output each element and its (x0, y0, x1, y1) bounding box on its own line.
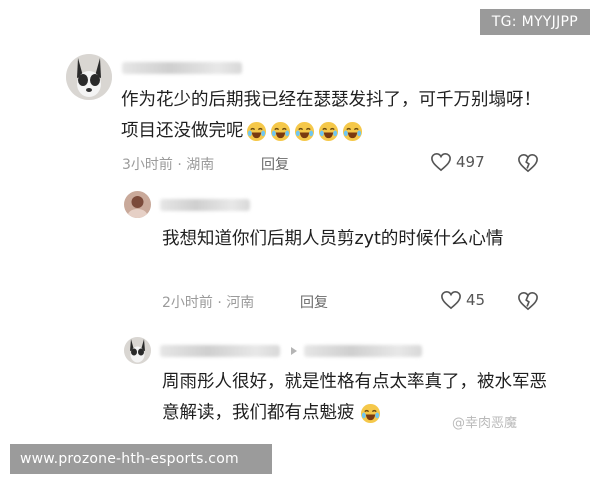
reply-button[interactable]: 回复 (300, 292, 328, 312)
dog-avatar-icon (66, 54, 112, 100)
dog-avatar-icon (124, 337, 151, 364)
laugh-cry-icon (318, 121, 338, 141)
broken-heart-icon[interactable] (517, 291, 539, 311)
tg-badge: TG: MYYJJPP (479, 9, 590, 35)
comment-time-location: 2小时前 · 河南 (162, 295, 255, 311)
user-avatar-icon (124, 191, 151, 218)
comment-body: 我想知道你们后期人员剪zyt的时候什么心情 (162, 229, 504, 249)
laugh-cry-icon (294, 121, 314, 141)
username-blurred[interactable] (160, 199, 250, 211)
comment-text: 作为花少的后期我已经在瑟瑟发抖了，可千万别塌呀！项目还没做完呢 (121, 85, 551, 147)
avatar[interactable] (124, 191, 151, 218)
laugh-cry-icon (361, 403, 381, 423)
reply-arrow-icon (291, 347, 297, 355)
laugh-cry-icon (342, 121, 362, 141)
like-count: 497 (456, 153, 485, 171)
username-blurred[interactable] (160, 345, 280, 357)
footer-url-bar: www.prozone-hth-esports.com (10, 444, 272, 474)
laugh-cry-icon (270, 121, 290, 141)
heart-icon (441, 290, 461, 310)
laugh-cry-icon (246, 121, 266, 141)
like-count: 45 (466, 291, 486, 309)
watermark: @幸肉恶魔 (452, 412, 517, 431)
reply-button[interactable]: 回复 (261, 154, 289, 174)
broken-heart-icon[interactable] (517, 153, 539, 173)
like-button[interactable]: 45 (440, 290, 485, 310)
username-blurred[interactable] (304, 345, 422, 357)
heart-icon (431, 152, 451, 172)
avatar[interactable] (124, 337, 151, 364)
watermark-text: @幸肉恶魔 (452, 416, 518, 431)
emoji-group (246, 121, 363, 142)
avatar[interactable] (66, 54, 112, 100)
like-button[interactable]: 497 (430, 152, 485, 172)
comment-time-location: 3小时前 · 湖南 (122, 157, 215, 173)
username-blurred[interactable] (122, 62, 242, 74)
